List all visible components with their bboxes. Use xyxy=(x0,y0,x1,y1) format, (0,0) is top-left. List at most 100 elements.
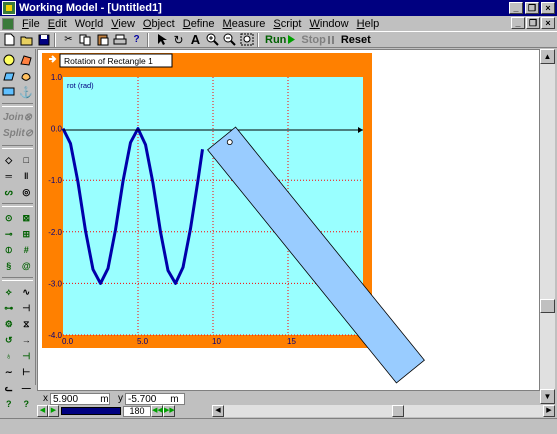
actuator-tool-icon[interactable]: → xyxy=(20,334,33,346)
menu-edit[interactable]: Edit xyxy=(44,18,71,30)
vertical-slot-tool-icon[interactable]: ‖ xyxy=(20,170,33,182)
rotational-damper-tool-icon[interactable]: ⊢ xyxy=(20,366,33,378)
zoom-fit-icon[interactable] xyxy=(239,33,254,47)
close-button[interactable]: × xyxy=(541,2,555,14)
y-coord-field[interactable]: -5.700 m xyxy=(125,392,185,405)
minimize-button[interactable]: _ xyxy=(509,2,523,14)
cut-icon[interactable]: ✂ xyxy=(61,33,76,47)
text-tool-icon[interactable]: A xyxy=(188,32,203,47)
x-coord-field[interactable]: 5.900 m xyxy=(50,392,110,405)
arrow-select-icon[interactable] xyxy=(154,33,169,47)
tool-palette: ⚓ Join⊗ Split⊘ ◇ □ ═ ‖ ᔕ ◎ ⊙ ⊠ ⊸ ⊞ ⦶ # §… xyxy=(0,49,36,409)
zoom-in-icon[interactable] xyxy=(205,33,220,47)
menu-measure[interactable]: Measure xyxy=(219,18,270,30)
tape-back-icon[interactable]: ◀ xyxy=(37,405,48,417)
open-folder-icon[interactable] xyxy=(19,33,34,47)
vertical-scroll-thumb[interactable] xyxy=(540,299,555,313)
run-button[interactable]: Run xyxy=(262,34,298,46)
restore-button[interactable]: ❐ xyxy=(525,2,539,14)
doc-minimize-button[interactable]: _ xyxy=(511,17,525,29)
menu-world[interactable]: World xyxy=(71,18,108,30)
doc-close-button[interactable]: × xyxy=(541,17,555,29)
spring-tool-icon[interactable]: ⟡ xyxy=(2,286,15,298)
save-icon[interactable] xyxy=(36,33,51,47)
scroll-up-button[interactable]: ▲ xyxy=(540,49,555,64)
separator-tool-icon[interactable]: ᓚ xyxy=(2,382,15,394)
pulley-tool-icon[interactable]: ⧖ xyxy=(20,318,33,330)
tape-forward-icon[interactable]: ▶ xyxy=(48,405,59,417)
pin-joint-tool-icon[interactable]: ⊙ xyxy=(2,212,15,224)
vertical-scrollbar[interactable]: ▲ ▼ xyxy=(540,49,555,404)
curved-slot-joint-tool-icon[interactable]: § xyxy=(2,260,15,272)
menu-object[interactable]: Object xyxy=(139,18,179,30)
curved-slot-tool-icon[interactable]: ᔕ xyxy=(2,186,15,198)
rotate-icon[interactable]: ↻ xyxy=(171,33,186,47)
zoom-out-icon[interactable] xyxy=(222,33,237,47)
rotational-spring-tool-icon[interactable]: ∼ xyxy=(2,366,15,378)
tape-end-icon[interactable]: ▶▶ xyxy=(163,405,175,417)
horizontal-scroll-thumb[interactable] xyxy=(392,405,404,417)
slot-joint-tool-icon[interactable]: ⊸ xyxy=(2,228,15,240)
tape-start-icon[interactable]: ◀◀ xyxy=(151,405,163,417)
variable-tool-icon[interactable]: ? xyxy=(2,398,15,410)
circle-tool-icon[interactable] xyxy=(2,54,15,66)
help-icon[interactable]: ? xyxy=(129,33,144,47)
play-icon xyxy=(288,35,296,44)
gear-tool-icon[interactable]: ⚙ xyxy=(2,318,15,330)
meter-window[interactable]: Rotation of Rectangle 1 0.0 5.0 10 15 1.0 0.0… xyxy=(42,53,372,348)
simulation-workspace[interactable]: Rotation of Rectangle 1 0.0 5.0 10 15 1.0 0.0… xyxy=(37,49,540,391)
keyed-slot-tool-icon[interactable]: ⊞ xyxy=(20,228,33,240)
tape-progress-bar[interactable] xyxy=(61,407,121,415)
print-icon[interactable] xyxy=(112,33,127,47)
status-bar xyxy=(0,418,557,434)
document-icon[interactable] xyxy=(2,17,14,30)
app-icon[interactable] xyxy=(2,1,16,15)
menu-file[interactable]: File xyxy=(18,18,44,30)
horizontal-scrollbar[interactable]: ◀ ▶ xyxy=(212,405,555,417)
force-tool-icon[interactable]: ⊣ xyxy=(20,350,33,362)
variable-point-tool-icon[interactable]: ? xyxy=(20,398,33,410)
y-tick-label: -3.0 xyxy=(48,279,62,288)
motor-tool-icon[interactable]: ↺ xyxy=(2,334,15,346)
frame-counter[interactable]: 180 xyxy=(123,405,151,417)
scroll-left-button[interactable]: ◀ xyxy=(212,405,224,417)
paste-icon[interactable] xyxy=(95,33,110,47)
scroll-right-button[interactable]: ▶ xyxy=(543,405,555,417)
reset-button[interactable]: Reset xyxy=(338,34,374,46)
horizontal-slot-tool-icon[interactable]: ═ xyxy=(2,170,15,182)
rectangle-tool-icon[interactable] xyxy=(2,86,15,98)
vertical-slot-joint-tool-icon[interactable]: ⦶ xyxy=(2,244,15,256)
join-button[interactable]: Join⊗ xyxy=(0,110,35,126)
pause-icon xyxy=(327,36,334,44)
x-tick-label: 0.0 xyxy=(62,337,74,346)
curved-polygon-tool-icon[interactable] xyxy=(2,70,15,82)
curved-shape-tool-icon[interactable] xyxy=(20,70,33,82)
new-file-icon[interactable] xyxy=(2,33,17,47)
curved-keyed-slot-tool-icon[interactable]: @ xyxy=(20,260,33,272)
keyed-vertical-slot-tool-icon[interactable]: # xyxy=(20,244,33,256)
scroll-down-button[interactable]: ▼ xyxy=(540,389,555,404)
doc-restore-button[interactable]: ❐ xyxy=(526,17,540,29)
polygon-tool-icon[interactable] xyxy=(20,54,33,66)
torque-tool-icon[interactable]: ♁ xyxy=(2,350,15,362)
rope-tool-icon[interactable]: ⊣ xyxy=(20,302,33,314)
workspace-canvas[interactable]: Rotation of Rectangle 1 0.0 5.0 10 15 1.0 0.0… xyxy=(38,50,540,391)
point-tool-icon[interactable]: ◇ xyxy=(2,154,15,166)
damper-tool-icon[interactable]: ∿ xyxy=(20,286,33,298)
stop-button[interactable]: Stop xyxy=(298,34,337,46)
split-button[interactable]: Split⊘ xyxy=(0,126,35,142)
copy-icon[interactable] xyxy=(78,33,93,47)
menu-window[interactable]: Window xyxy=(305,18,352,30)
menu-script[interactable]: Script xyxy=(269,18,305,30)
x-tick-label: 15 xyxy=(287,337,296,346)
menu-help[interactable]: Help xyxy=(353,18,384,30)
line-tool-icon[interactable]: — xyxy=(20,382,33,394)
menu-view[interactable]: View xyxy=(107,18,139,30)
anchor-tool-icon[interactable]: ⚓ xyxy=(19,86,33,99)
rod-tool-icon[interactable]: ⊶ xyxy=(2,302,15,314)
ring-slot-tool-icon[interactable]: ◎ xyxy=(20,186,33,198)
rigid-joint-tool-icon[interactable]: ⊠ xyxy=(20,212,33,224)
menu-define[interactable]: Define xyxy=(179,18,219,30)
square-point-tool-icon[interactable]: □ xyxy=(20,154,33,166)
window-title: Working Model - [Untitled1] xyxy=(19,2,162,14)
